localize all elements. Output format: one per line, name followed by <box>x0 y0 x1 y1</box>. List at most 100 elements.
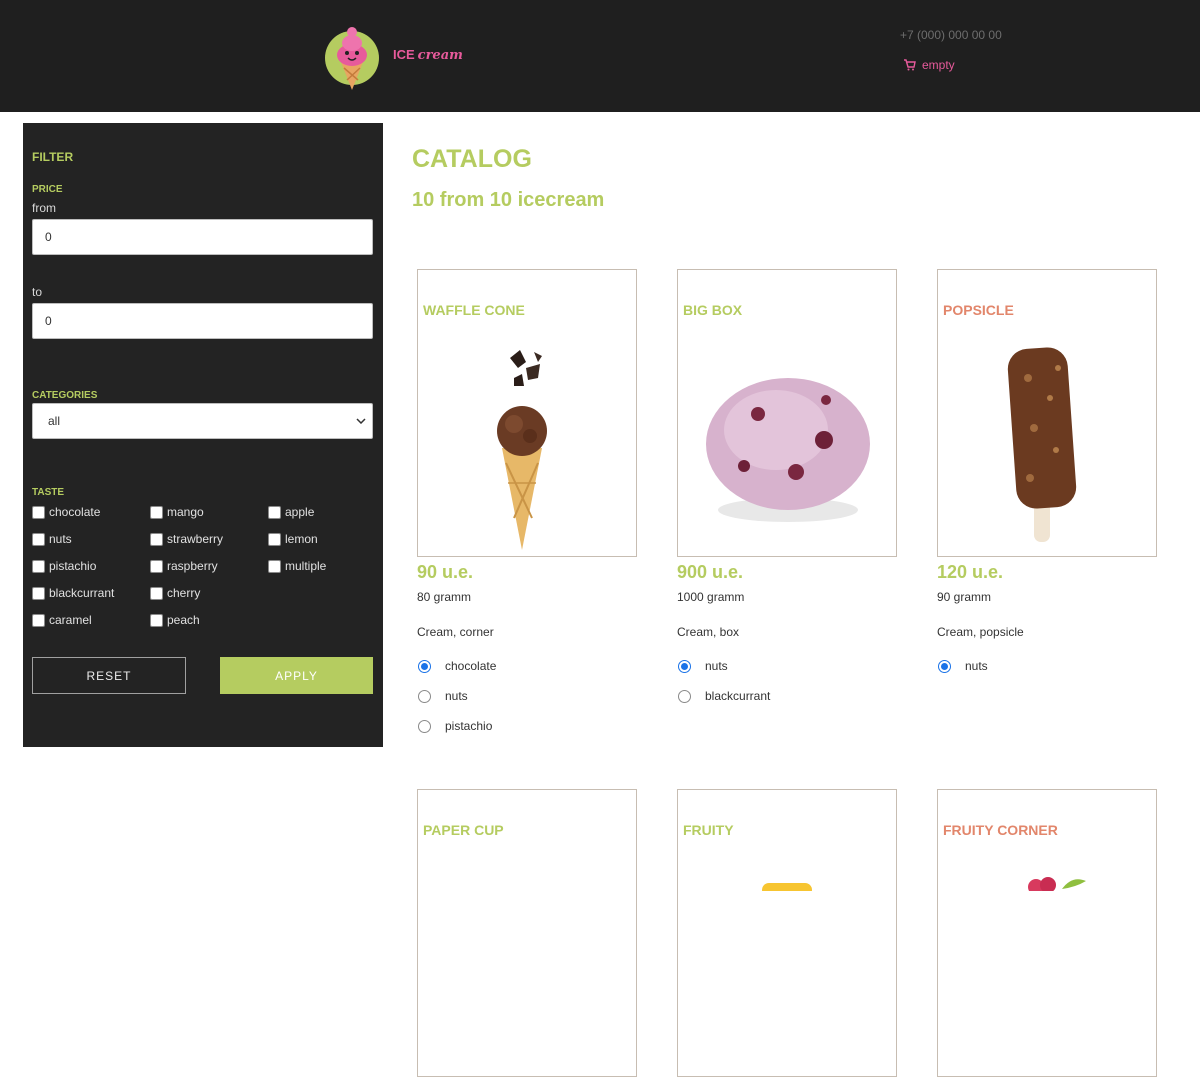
taste-apple[interactable]: apple <box>268 504 377 520</box>
product-options: nuts blackcurrant <box>677 658 907 704</box>
ice-cream-logo-icon[interactable] <box>323 22 383 92</box>
phone-number[interactable]: +7 (000) 000 00 00 <box>900 28 1002 42</box>
price-from-input[interactable] <box>32 219 373 255</box>
brand-name[interactable]: ICE cream <box>393 47 463 63</box>
radio-button[interactable] <box>938 659 951 673</box>
checkbox[interactable] <box>268 505 281 519</box>
radio-button[interactable] <box>418 719 431 733</box>
taste-strawberry[interactable]: strawberry <box>150 531 268 547</box>
taste-label-text: nuts <box>49 532 72 546</box>
product-card-fruity-corner[interactable]: FRUITY CORNER <box>937 789 1157 1077</box>
product-name[interactable]: PAPER CUP <box>423 822 504 838</box>
product-info-waffle-cone: 90 u.e. 80 gramm Cream, corner chocolate… <box>417 559 647 748</box>
taste-peach[interactable]: peach <box>150 612 268 628</box>
product-options: nuts <box>937 658 1167 674</box>
checkbox[interactable] <box>150 613 163 627</box>
checkbox[interactable] <box>32 559 45 573</box>
price-label: PRICE <box>32 184 63 195</box>
option-pistachio[interactable]: pistachio <box>417 718 647 734</box>
taste-cherry[interactable]: cherry <box>150 585 268 601</box>
option-nuts[interactable]: nuts <box>937 658 1167 674</box>
reset-button[interactable]: RESET <box>32 657 186 694</box>
option-nuts[interactable]: nuts <box>417 688 647 704</box>
radio-button[interactable] <box>418 689 431 703</box>
option-chocolate[interactable]: chocolate <box>417 658 647 674</box>
option-label: nuts <box>965 659 988 673</box>
checkbox[interactable] <box>150 559 163 573</box>
taste-nuts[interactable]: nuts <box>32 531 150 547</box>
catalog-count: 10 from 10 icecream <box>412 189 605 211</box>
taste-mango[interactable]: mango <box>150 504 268 520</box>
checkbox[interactable] <box>150 586 163 600</box>
checkbox[interactable] <box>32 613 45 627</box>
taste-label-text: mango <box>167 505 204 519</box>
product-price: 90 u.e. <box>417 562 474 582</box>
taste-empty-cell <box>268 612 377 628</box>
taste-label-text: lemon <box>285 532 318 546</box>
taste-label-text: pistachio <box>49 559 97 573</box>
taste-empty-cell <box>268 585 377 601</box>
taste-label-text: strawberry <box>167 532 224 546</box>
product-price: 120 u.e. <box>937 562 1004 582</box>
categories-select[interactable]: all <box>32 403 373 439</box>
product-name[interactable]: WAFFLE CONE <box>423 302 525 318</box>
checkbox[interactable] <box>150 505 163 519</box>
option-nuts[interactable]: nuts <box>677 658 907 674</box>
option-label: nuts <box>705 659 728 673</box>
ice-cream-scoop-icon <box>706 378 870 522</box>
product-name[interactable]: BIG BOX <box>683 302 742 318</box>
taste-label-text: peach <box>167 613 200 627</box>
price-to-input[interactable] <box>32 303 373 339</box>
option-label: nuts <box>445 689 468 703</box>
taste-label-text: cherry <box>167 586 201 600</box>
apply-button[interactable]: APPLY <box>220 657 373 694</box>
taste-lemon[interactable]: lemon <box>268 531 377 547</box>
taste-raspberry[interactable]: raspberry <box>150 558 268 574</box>
taste-label-text: blackcurrant <box>49 586 115 600</box>
taste-multiple[interactable]: multiple <box>268 558 377 574</box>
product-price: 900 u.e. <box>677 562 744 582</box>
cart-link[interactable]: empty <box>903 58 955 72</box>
option-blackcurrant[interactable]: blackcurrant <box>677 688 907 704</box>
taste-label-text: raspberry <box>167 559 218 573</box>
filter-title: FILTER <box>32 150 74 164</box>
product-card-fruity[interactable]: FRUITY <box>677 789 897 1077</box>
option-label: pistachio <box>445 719 493 733</box>
checkbox[interactable] <box>32 532 45 546</box>
product-card-popsicle[interactable]: POPSICLE <box>937 269 1157 557</box>
product-name[interactable]: FRUITY <box>683 822 734 838</box>
product-description: Cream, box <box>677 625 740 639</box>
checkbox[interactable] <box>268 532 281 546</box>
checkbox[interactable] <box>268 559 281 573</box>
taste-chocolate[interactable]: chocolate <box>32 504 150 520</box>
price-to-label: to <box>32 285 43 299</box>
radio-button[interactable] <box>678 659 691 673</box>
product-name[interactable]: POPSICLE <box>943 302 1014 318</box>
taste-pistachio[interactable]: pistachio <box>32 558 150 574</box>
taste-caramel[interactable]: caramel <box>32 612 150 628</box>
product-weight: 80 gramm <box>417 590 472 604</box>
product-name[interactable]: FRUITY CORNER <box>943 822 1058 838</box>
radio-button[interactable] <box>418 659 431 673</box>
taste-blackcurrant[interactable]: blackcurrant <box>32 585 150 601</box>
checkbox[interactable] <box>32 505 45 519</box>
product-info-big-box: 900 u.e. 1000 gramm Cream, box nuts blac… <box>677 559 907 718</box>
checkbox[interactable] <box>32 586 45 600</box>
categories-label: CATEGORIES <box>32 390 98 401</box>
taste-label-text: chocolate <box>49 505 101 519</box>
filter-panel: FILTER PRICE from to CATEGORIES all TAST… <box>23 123 383 747</box>
checkbox[interactable] <box>150 532 163 546</box>
product-options: chocolate nuts pistachio <box>417 658 647 734</box>
price-from-label: from <box>32 201 56 215</box>
product-card-paper-cup[interactable]: PAPER CUP <box>417 789 637 1077</box>
radio-button[interactable] <box>678 689 691 703</box>
cart-status: empty <box>922 58 955 72</box>
taste-label: TASTE <box>32 487 65 498</box>
product-card-big-box[interactable]: BIG BOX <box>677 269 897 557</box>
popsicle-icon <box>1007 347 1077 542</box>
taste-label-text: caramel <box>49 613 92 627</box>
product-card-waffle-cone[interactable]: WAFFLE CONE <box>417 269 637 557</box>
product-weight: 1000 gramm <box>677 590 745 604</box>
raspberry-icon <box>1028 877 1086 891</box>
option-label: blackcurrant <box>705 689 771 703</box>
